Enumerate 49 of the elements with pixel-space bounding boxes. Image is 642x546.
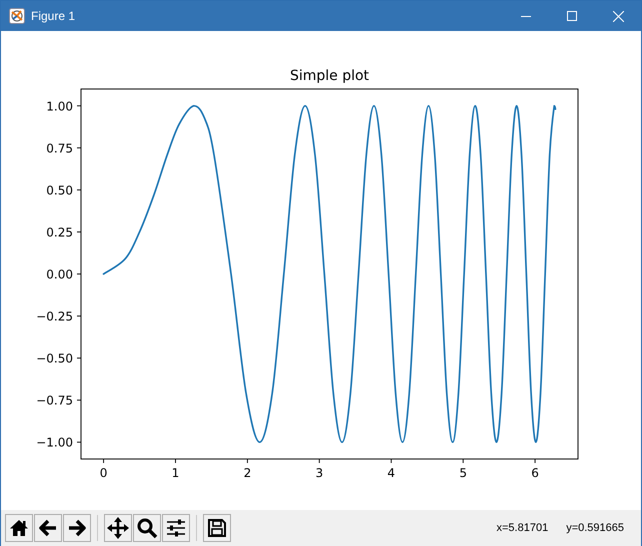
maximize-icon	[567, 11, 577, 21]
y-coordinate-readout: y=0.591665	[566, 520, 624, 536]
tick-mark	[103, 458, 104, 464]
tick-label: 0.25	[46, 225, 73, 240]
tick-label: −0.75	[36, 394, 73, 408]
tick-mark	[76, 442, 82, 443]
tick-label: 3	[316, 466, 324, 480]
window-title: Figure 1	[31, 8, 76, 25]
tick-label: −0.50	[36, 352, 73, 366]
back-button[interactable]	[34, 514, 62, 542]
tick-label: 1.00	[46, 99, 73, 114]
tick-mark	[318, 458, 320, 464]
close-icon	[612, 10, 624, 22]
tick-mark	[175, 458, 176, 464]
tick-mark	[76, 105, 82, 106]
tick-mark	[76, 400, 82, 401]
tick-label: 4	[387, 466, 396, 480]
tick-label: 0.75	[46, 141, 73, 156]
x-coordinate-readout: x=5.81701	[496, 520, 548, 536]
tick-mark	[246, 458, 248, 464]
tick-label: 2	[244, 466, 252, 480]
chart-title: Simple plot	[290, 68, 370, 84]
move-arrows-icon	[106, 516, 130, 540]
home-button[interactable]	[5, 514, 33, 542]
tick-label: 6	[531, 466, 539, 480]
home-icon	[8, 517, 30, 539]
tick-label: 0.00	[46, 268, 73, 282]
left-arrow-icon	[37, 517, 59, 539]
forward-button[interactable]	[63, 514, 91, 542]
tick-mark	[462, 458, 464, 464]
tick-label: −0.25	[36, 310, 73, 324]
settings-button[interactable]	[162, 514, 190, 542]
search-button[interactable]	[133, 514, 161, 542]
tick-mark	[534, 458, 536, 464]
right-arrow-icon	[66, 517, 88, 539]
tick-mark	[76, 147, 82, 148]
search-icon	[136, 517, 158, 539]
tick-label: 0.50	[46, 183, 73, 198]
tick-mark	[76, 358, 82, 359]
save-button[interactable]	[203, 514, 231, 542]
tick-label: −1.00	[36, 436, 73, 450]
tick-mark	[76, 189, 82, 190]
tick-label: 0	[100, 466, 108, 480]
tick-mark	[390, 458, 392, 464]
tick-label: 5	[459, 466, 467, 480]
tick-label: 1	[172, 466, 180, 480]
pan-button[interactable]	[104, 514, 132, 542]
app-icon	[9, 8, 25, 24]
sliders-icon	[165, 517, 187, 539]
